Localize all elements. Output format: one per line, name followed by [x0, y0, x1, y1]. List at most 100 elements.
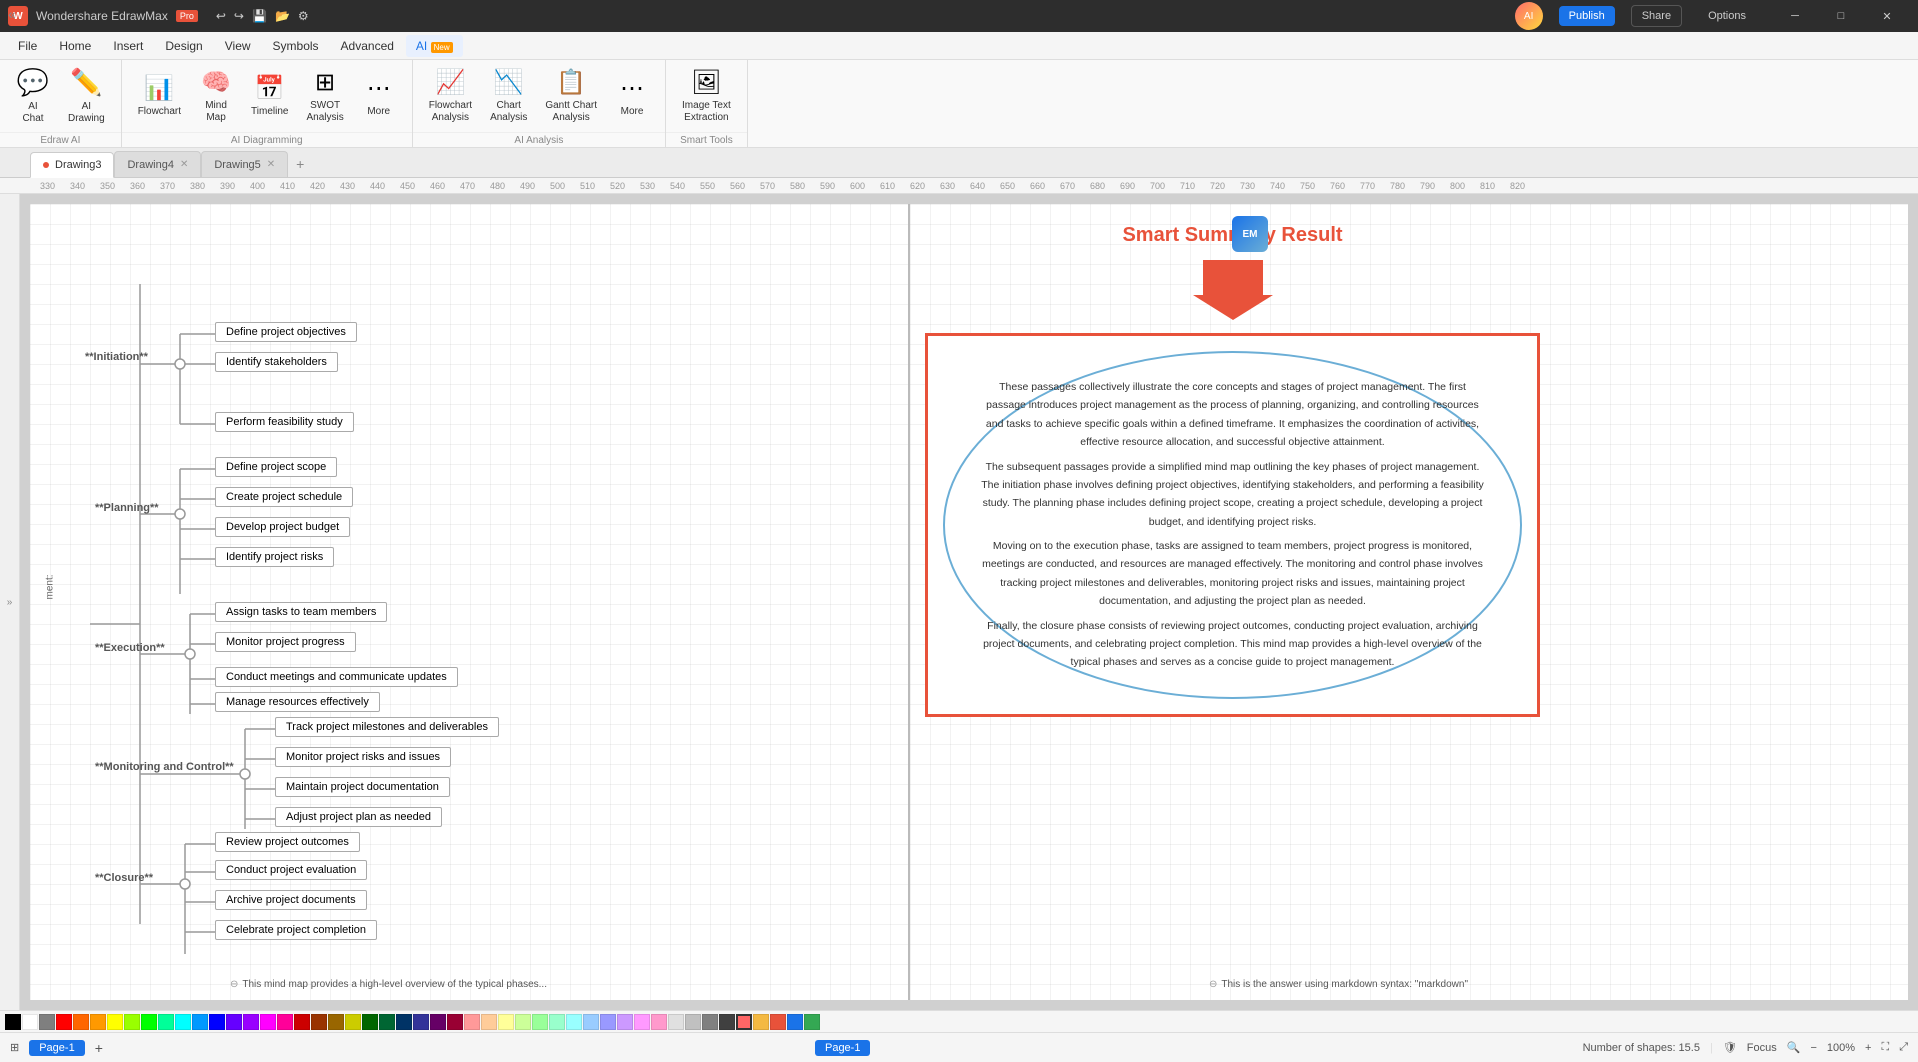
menu-ai[interactable]: AI New: [406, 35, 463, 57]
color-forest-green[interactable]: [379, 1014, 395, 1030]
zoom-out-btn[interactable]: −: [1810, 1042, 1816, 1054]
color-mid-gray[interactable]: [685, 1014, 701, 1030]
menu-file[interactable]: File: [8, 35, 47, 57]
color-dark-yellow[interactable]: [328, 1014, 344, 1030]
color-gold[interactable]: [753, 1014, 769, 1030]
color-pink[interactable]: [277, 1014, 293, 1030]
color-green[interactable]: [141, 1014, 157, 1030]
ribbon-image-text[interactable]: 🖼 Image TextExtraction: [674, 64, 739, 128]
ribbon-timeline[interactable]: 📅 Timeline: [243, 64, 296, 128]
color-lavender[interactable]: [617, 1014, 633, 1030]
color-light-magenta[interactable]: [634, 1014, 650, 1030]
color-sky-blue[interactable]: [192, 1014, 208, 1030]
color-indigo[interactable]: [413, 1014, 429, 1030]
color-brand-blue[interactable]: [787, 1014, 803, 1030]
color-purple[interactable]: [243, 1014, 259, 1030]
tabs-scroll-left[interactable]: «: [8, 6, 16, 22]
layers-icon[interactable]: ⊞: [10, 1041, 19, 1054]
color-cyan[interactable]: [175, 1014, 191, 1030]
color-yellow[interactable]: [107, 1014, 123, 1030]
color-red[interactable]: [56, 1014, 72, 1030]
ribbon-chart-analysis[interactable]: 📉 ChartAnalysis: [482, 64, 535, 128]
color-brand-red[interactable]: [770, 1014, 786, 1030]
color-silver[interactable]: [668, 1014, 684, 1030]
sidebar-toggle[interactable]: »: [0, 194, 20, 1010]
focus-label[interactable]: Focus: [1747, 1042, 1777, 1054]
ribbon-flowchart-analysis[interactable]: 📈 FlowchartAnalysis: [421, 64, 480, 128]
menu-insert[interactable]: Insert: [103, 35, 153, 57]
ribbon-swot[interactable]: ⊞ SWOTAnalysis: [298, 64, 351, 128]
color-dark-red[interactable]: [294, 1014, 310, 1030]
fullscreen-icon[interactable]: ⤢: [1899, 1041, 1908, 1054]
menu-design[interactable]: Design: [155, 35, 212, 57]
ribbon-ai-chat[interactable]: 💬 AIChat: [8, 64, 58, 128]
color-orange-red[interactable]: [73, 1014, 89, 1030]
color-magenta[interactable]: [260, 1014, 276, 1030]
color-navy[interactable]: [396, 1014, 412, 1030]
menu-advanced[interactable]: Advanced: [331, 35, 404, 57]
ribbon-more-analysis[interactable]: ⋯ More: [607, 64, 657, 128]
options-button[interactable]: Options: [1698, 6, 1756, 26]
settings-icon[interactable]: ⚙: [298, 9, 309, 23]
color-selected[interactable]: [736, 1014, 752, 1030]
open-icon[interactable]: 📂: [275, 9, 290, 23]
maximize-button[interactable]: □: [1818, 0, 1864, 32]
undo-icon[interactable]: ↩: [216, 9, 226, 23]
tab-drawing3[interactable]: Drawing3: [30, 152, 114, 178]
ribbon-ai-drawing[interactable]: ✏️ AIDrawing: [60, 64, 113, 128]
color-dark-purple[interactable]: [430, 1014, 446, 1030]
color-dark-green[interactable]: [362, 1014, 378, 1030]
color-orange[interactable]: [90, 1014, 106, 1030]
color-medium-gray[interactable]: [702, 1014, 718, 1030]
page-tab-1[interactable]: Page-1: [29, 1040, 84, 1056]
redo-icon[interactable]: ↪: [234, 9, 244, 23]
page-indicator-1[interactable]: Page-1: [815, 1040, 870, 1056]
color-peach[interactable]: [481, 1014, 497, 1030]
color-gray[interactable]: [39, 1014, 55, 1030]
tab-drawing5[interactable]: Drawing5 ✕: [201, 151, 288, 177]
canvas-area[interactable]: EM: [20, 194, 1918, 1010]
fit-screen-icon[interactable]: ⛶: [1881, 1041, 1889, 1054]
tab-add-button[interactable]: +: [288, 151, 312, 177]
zoom-in-btn[interactable]: +: [1865, 1042, 1871, 1054]
add-page-icon[interactable]: +: [95, 1040, 103, 1056]
color-spring-green[interactable]: [158, 1014, 174, 1030]
publish-button[interactable]: Publish: [1559, 6, 1615, 26]
tab-drawing4[interactable]: Drawing4 ✕: [114, 151, 201, 177]
ribbon-more-diagramming[interactable]: ⋯ More: [354, 64, 404, 128]
color-light-pink[interactable]: [464, 1014, 480, 1030]
color-light-blue[interactable]: [583, 1014, 599, 1030]
tab-drawing4-close[interactable]: ✕: [180, 159, 188, 170]
close-button[interactable]: ✕: [1864, 0, 1910, 32]
menu-symbols[interactable]: Symbols: [263, 35, 329, 57]
minimize-button[interactable]: ─: [1772, 0, 1818, 32]
share-button[interactable]: Share: [1631, 5, 1682, 27]
color-light-cyan[interactable]: [566, 1014, 582, 1030]
ribbon-gantt-analysis[interactable]: 📋 Gantt ChartAnalysis: [537, 64, 605, 128]
color-light-lime[interactable]: [515, 1014, 531, 1030]
ribbon-group-ai-analysis-content: 📈 FlowchartAnalysis 📉 ChartAnalysis 📋 Ga…: [413, 60, 665, 132]
color-white[interactable]: [22, 1014, 38, 1030]
save-icon[interactable]: 💾: [252, 9, 267, 23]
color-light-green[interactable]: [532, 1014, 548, 1030]
color-olive[interactable]: [345, 1014, 361, 1030]
tab-drawing5-close[interactable]: ✕: [267, 159, 275, 170]
color-violet[interactable]: [226, 1014, 242, 1030]
color-light-yellow[interactable]: [498, 1014, 514, 1030]
menu-home[interactable]: Home: [49, 35, 101, 57]
color-brand-green[interactable]: [804, 1014, 820, 1030]
ribbon-flowchart[interactable]: 📊 Flowchart: [130, 64, 189, 128]
color-mint[interactable]: [549, 1014, 565, 1030]
color-black[interactable]: [5, 1014, 21, 1030]
ribbon-mind-map[interactable]: 🧠 MindMap: [191, 64, 241, 128]
menu-view[interactable]: View: [215, 35, 261, 57]
color-light-pink2[interactable]: [651, 1014, 667, 1030]
color-lime[interactable]: [124, 1014, 140, 1030]
color-periwinkle[interactable]: [600, 1014, 616, 1030]
color-crimson[interactable]: [447, 1014, 463, 1030]
color-blue[interactable]: [209, 1014, 225, 1030]
window-controls: ─ □ ✕: [1772, 0, 1910, 32]
color-dark-gray[interactable]: [719, 1014, 735, 1030]
user-avatar: AI: [1515, 2, 1543, 30]
color-brown[interactable]: [311, 1014, 327, 1030]
